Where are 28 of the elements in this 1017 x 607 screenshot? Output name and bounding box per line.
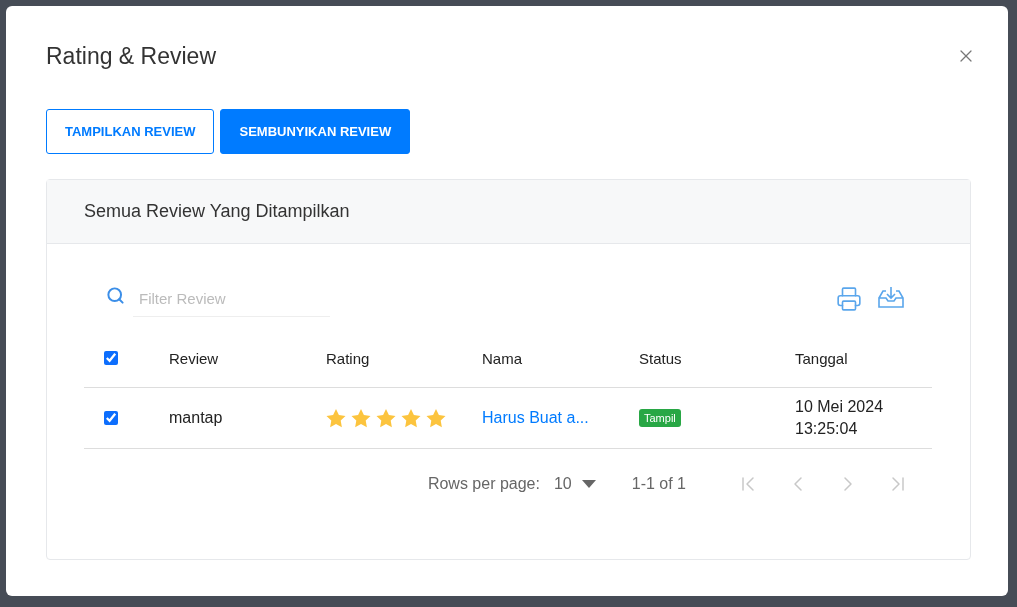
column-header: Status <box>639 349 683 367</box>
select-all-checkbox[interactable] <box>104 351 118 365</box>
dialog-title: Rating & Review <box>46 42 217 70</box>
column-header: Review <box>169 349 220 367</box>
hide-review-button[interactable]: SEMBUNYIKAN REVIEW <box>220 109 411 154</box>
review-text: mantap <box>169 409 224 427</box>
rows-per-page-label: Rows per page: <box>427 475 540 493</box>
column-header: Rating <box>326 349 371 367</box>
date-text: 10 Mei 2024 13:25:04 <box>795 397 885 439</box>
star-icon <box>351 408 371 428</box>
star-icon <box>401 408 421 428</box>
show-review-button[interactable]: TAMPILKAN REVIEW <box>46 109 215 154</box>
search-icon <box>106 286 125 305</box>
star-icon <box>326 408 346 428</box>
print-button[interactable] <box>836 285 862 312</box>
column-header: Nama <box>482 349 523 367</box>
star-icon <box>376 408 396 428</box>
page-range: 1-1 of 1 <box>631 475 686 493</box>
card-title: Semua Review Yang Ditampilkan <box>84 201 350 222</box>
column-header: Tanggal <box>795 349 849 367</box>
download-icon <box>878 285 904 308</box>
status-badge: Tampil <box>639 409 681 427</box>
row-checkbox[interactable] <box>104 411 118 425</box>
star-icon <box>426 408 446 428</box>
rows-per-page-select[interactable]: 10 <box>553 475 596 493</box>
printer-icon <box>836 285 862 312</box>
caret-icon <box>581 480 596 488</box>
name-link[interactable]: Harus Buat a... <box>482 409 589 426</box>
